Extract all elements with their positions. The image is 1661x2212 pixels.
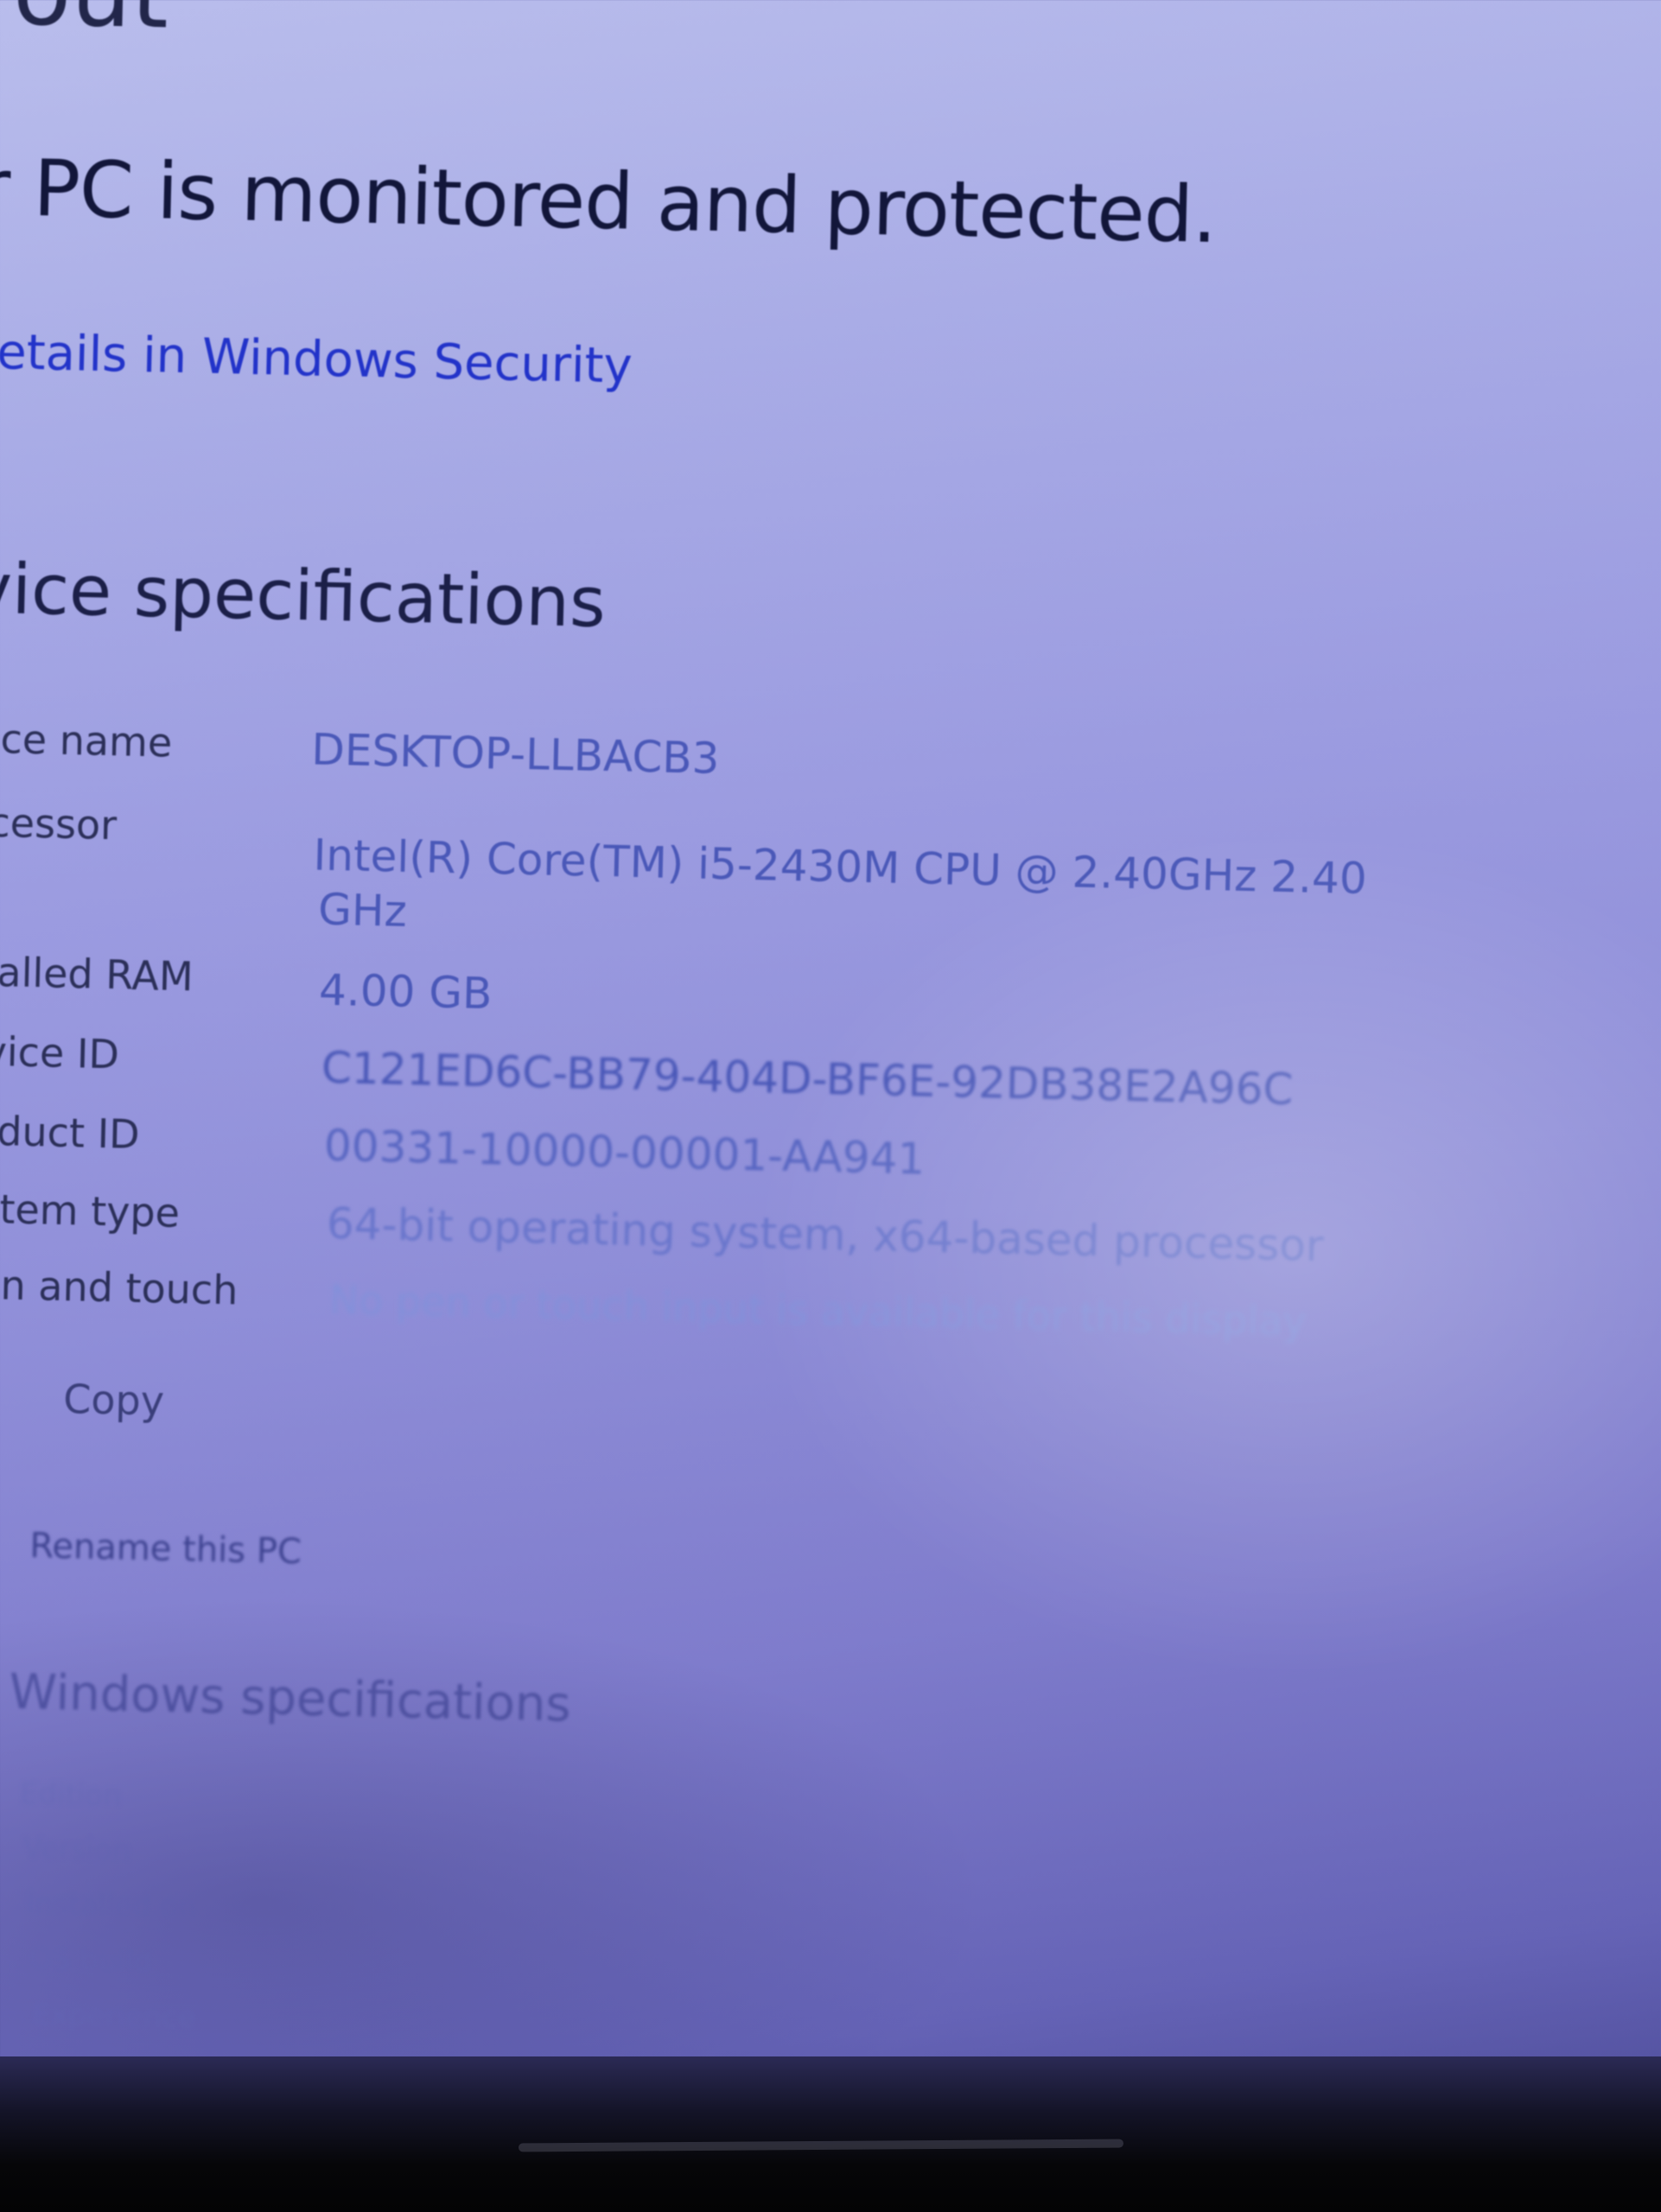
spec-value-processor: Intel(R) Core(TM) i5-2430M CPU @ 2.40GHz… xyxy=(312,830,1368,905)
spec-value-installed-ram: 4.00 GB xyxy=(318,964,493,1020)
spec-label-device-id: evice ID xyxy=(0,1027,120,1078)
spec-value-device-id: C121ED6C-BB79-404D-BF6E-92DB38E2A96C xyxy=(321,1042,1295,1116)
spec-label-pen-touch: Pen and touch xyxy=(0,1261,239,1314)
monitor-bezel xyxy=(0,2056,1661,2212)
spec-label-processor: ocessor xyxy=(0,798,118,849)
rename-pc-button[interactable]: Rename this PC xyxy=(29,1526,302,1572)
win-spec-label-installed-on: Installed on xyxy=(25,1886,198,1925)
win-spec-label-edition: Edition xyxy=(19,1777,122,1814)
win-spec-label-os-build: OS build xyxy=(29,1942,153,1980)
windows-specifications-title: Windows specifications xyxy=(8,1663,572,1733)
windows-security-link[interactable]: letails in Windows Security xyxy=(0,324,633,395)
win-spec-label-version: Version xyxy=(22,1831,131,1868)
spec-value-processor-cont: GHz xyxy=(317,884,408,937)
spec-label-system-type: ystem type xyxy=(0,1185,181,1237)
spec-label-device-name: vice name xyxy=(0,715,173,766)
page-title: out xyxy=(12,0,170,49)
spec-value-pen-touch: No pen or touch input is available for t… xyxy=(328,1276,1308,1345)
copy-button[interactable]: Copy xyxy=(63,1376,165,1425)
spec-value-device-name: DESKTOP-LLBACB3 xyxy=(310,724,721,785)
device-specifications-title: vice specifications xyxy=(0,548,607,644)
spec-label-product-id: roduct ID xyxy=(0,1107,141,1158)
spec-value-system-type: 64-bit operating system, x64-based proce… xyxy=(326,1198,1325,1272)
spec-value-product-id: 00331-10000-00001-AA941 xyxy=(323,1120,926,1185)
win-spec-label-experience: Experience xyxy=(31,1997,197,2036)
settings-about-page: out r PC is monitored and protected. let… xyxy=(0,0,1661,2094)
spec-label-installed-ram: stalled RAM xyxy=(0,948,194,1001)
protection-status-text: r PC is monitored and protected. xyxy=(0,142,1218,261)
